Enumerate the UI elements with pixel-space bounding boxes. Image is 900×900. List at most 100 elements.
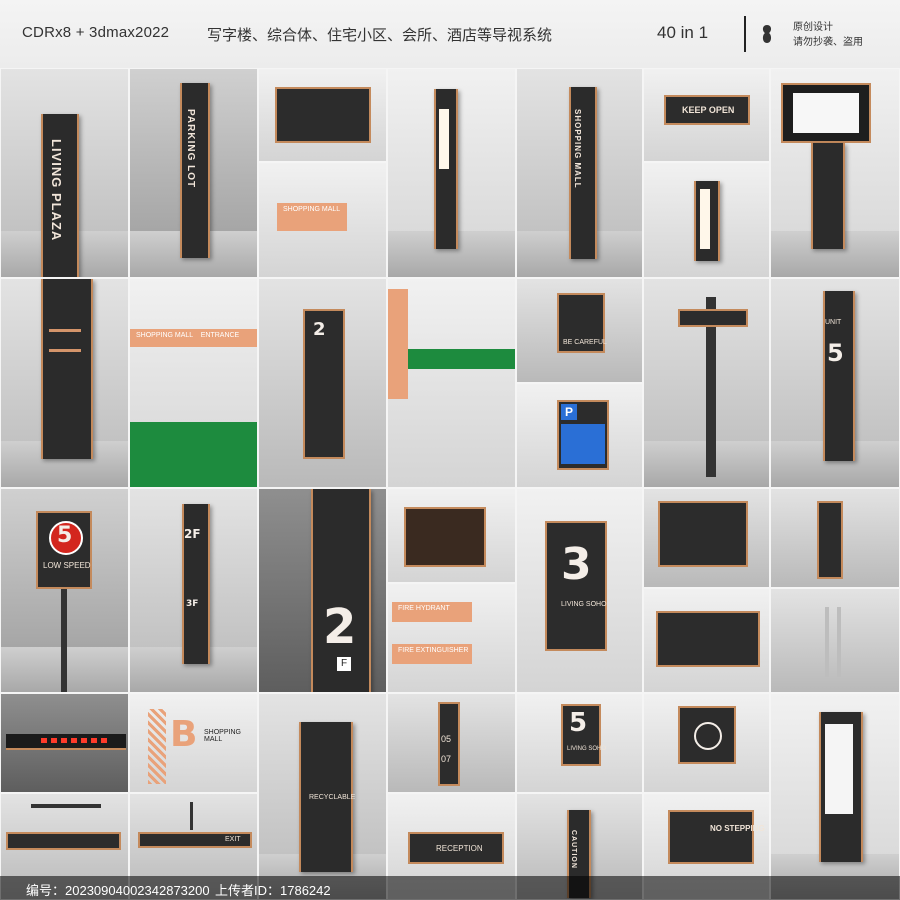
floor-2f: 2F	[184, 527, 201, 541]
image-grid: LIVING PLAZA 5 LOW SPEED PARKING LOT SHO…	[0, 68, 900, 900]
header-divider	[744, 16, 746, 52]
tile-fire-signs: FIRE HYDRANT FIRE EXTINGUISHER	[387, 583, 516, 693]
parking-info-panel	[561, 424, 605, 464]
floor-f-badge: F	[337, 657, 351, 671]
door-handle	[837, 607, 841, 677]
parking-p: P	[561, 404, 577, 420]
tile-shopping-mall-b: B SHOPPING MALL	[129, 693, 258, 793]
unit-number: 5	[827, 339, 844, 367]
asset-id: 编号：20230904002342873200	[26, 883, 210, 898]
tile-parking-columns	[387, 278, 516, 488]
tile-keep-open: KEEP OPEN	[643, 68, 770, 162]
tile-shopping-mall-pylon: SHOPPING MALL	[516, 68, 643, 278]
fire-extinguisher-sign: FIRE EXTINGUISHER	[392, 644, 472, 664]
exit-text: EXIT	[225, 836, 241, 843]
note-line-1: 原创设计	[793, 22, 833, 33]
floor-map-board	[656, 611, 760, 667]
tile-light-column	[387, 68, 516, 278]
mall-banner: SHOPPING MALL ENTRANCE	[130, 329, 257, 347]
tile-living-soho-5: 5 LIVING SOHO	[516, 693, 643, 793]
tile-floor-2-big: 2 F	[258, 488, 387, 693]
page-title: 写字楼、综合体、住宅小区、会所、酒店等导视系统	[207, 27, 553, 44]
sign-post	[61, 589, 67, 692]
header: CDRx8 + 3dmax2022 写字楼、综合体、住宅小区、会所、酒店等导视系…	[0, 0, 900, 69]
pylon	[823, 291, 855, 461]
shopping-mall-vertical: SHOPPING MALL	[573, 109, 582, 189]
map-board	[275, 87, 371, 143]
tile-recycle-bin: RECYCLABLE	[258, 693, 387, 900]
tile-light-box	[643, 162, 770, 278]
note-line-2: 请勿抄袭、盗用	[793, 37, 863, 48]
software-label: CDRx8 + 3dmax2022	[22, 24, 170, 41]
tile-map-board	[258, 68, 387, 162]
pattern-strip	[148, 709, 166, 784]
caution-label: CAUTION	[570, 830, 577, 869]
letter-b: B	[170, 714, 198, 755]
pylon-band	[49, 349, 81, 352]
tile-led-strip	[0, 693, 129, 793]
light-box-glow	[700, 189, 710, 249]
recyclable-label: RECYCLABLE	[309, 794, 356, 801]
tile-living-soho-3: 3 LIVING SOHO	[516, 488, 643, 693]
no-stepping-board	[668, 810, 754, 864]
floor-2-number: 2	[313, 319, 326, 340]
no-stepping-text: NO STEPPING	[710, 824, 765, 833]
footer: 编号：20230904002342873200 上传者ID：1786242	[0, 876, 900, 900]
tile-screen-pylon	[770, 693, 900, 900]
ceiling-bar	[31, 804, 101, 808]
pylon-band	[49, 329, 81, 332]
tile-door-handles	[770, 588, 900, 693]
big-2: 2	[323, 599, 357, 655]
tile-living-plaza-top: LIVING PLAZA	[0, 68, 129, 278]
tile-shopping-mall-banner: SHOPPING MALL ENTRANCE	[129, 278, 258, 488]
banner-entrance-text: ENTRANCE	[200, 332, 240, 339]
soho-number-3: 3	[561, 539, 592, 590]
floor-05: 05	[441, 734, 452, 744]
pylon-screen	[825, 724, 853, 814]
tile-floor-2: 2	[258, 278, 387, 488]
no-smoking-icon	[694, 722, 722, 750]
tile-parking-board: P	[516, 383, 643, 488]
kiosk-stand	[811, 143, 845, 249]
hanging-board	[6, 832, 121, 850]
pylon-base	[41, 279, 93, 459]
copyright-note: 原创设计 请勿抄袭、盗用	[793, 20, 863, 50]
tile-wall-sign	[770, 488, 900, 588]
low-speed-label: LOW SPEED	[43, 561, 91, 570]
green-strip	[398, 349, 515, 369]
wall-sign	[817, 501, 843, 579]
tile-living-plaza-bottom	[0, 278, 129, 488]
living-plaza-text: LIVING PLAZA	[49, 139, 64, 242]
tile-be-careful: BE CAREFUL	[516, 278, 643, 383]
led-lights	[41, 738, 111, 743]
floor-07: 07	[441, 754, 452, 764]
parking-lot-text: PARKING LOT	[185, 109, 196, 189]
tile-touch-kiosk	[770, 68, 900, 278]
fire-hydrant-sign: FIRE HYDRANT	[392, 602, 472, 622]
keep-open-text: KEEP OPEN	[682, 105, 735, 115]
brand-logo-icon	[762, 25, 772, 43]
tile-floor-05-07: 05 07	[387, 693, 516, 793]
door-handle	[825, 607, 829, 677]
uploader-id: 上传者ID：1786242	[215, 883, 331, 898]
speed-number: 5	[57, 523, 73, 548]
tile-parking-lot: PARKING LOT	[129, 68, 258, 278]
tile-restroom-sign	[643, 488, 770, 588]
banner-mall-text: SHOPPING MALL	[136, 332, 193, 339]
tile-mall-wall: SHOPPING MALL	[258, 162, 387, 278]
mall-wall-sign: SHOPPING MALL	[277, 203, 347, 231]
tile-low-speed: 5 LOW SPEED	[0, 488, 129, 693]
shopping-mall-b-label: SHOPPING MALL	[204, 729, 241, 743]
restroom-board	[658, 501, 748, 567]
direction-arm	[678, 309, 748, 327]
column-wrap	[388, 289, 408, 399]
tile-no-smoking	[643, 693, 770, 793]
floor-board	[438, 702, 460, 786]
tile-direction-post	[643, 278, 770, 488]
tile-kiosk	[387, 488, 516, 583]
item-count: 40 in 1	[657, 23, 709, 42]
soho-number-5: 5	[569, 708, 588, 738]
hanger-rod	[190, 802, 193, 830]
light-panel	[439, 109, 449, 169]
unit-label: UNIT	[825, 319, 842, 326]
